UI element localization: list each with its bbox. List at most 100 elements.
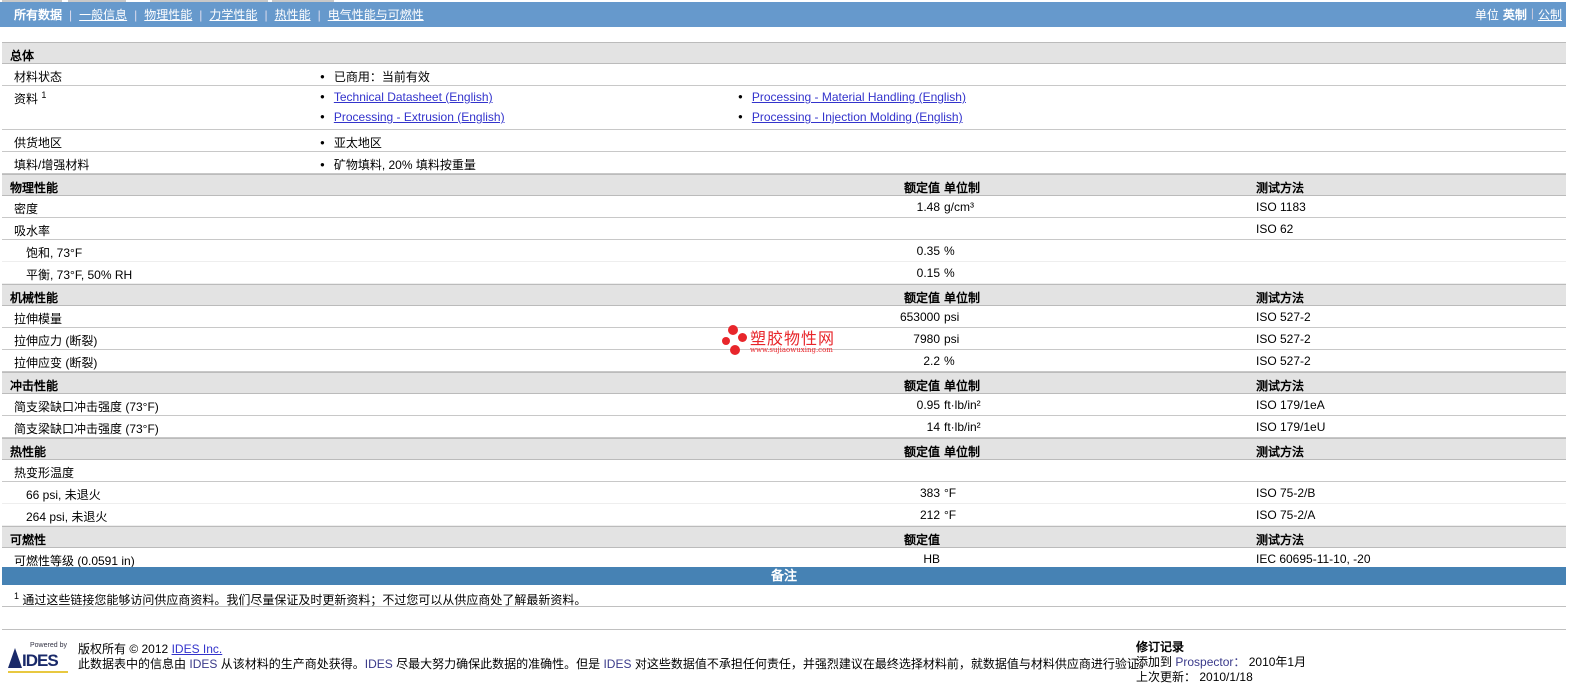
table-row: 供货地区 亚太地区 bbox=[2, 130, 1566, 152]
bullet-value: 亚太地区 bbox=[320, 134, 382, 151]
table-row: 材料状态 已商用：当前有效 bbox=[2, 64, 1566, 86]
row-label: 冲击性能 bbox=[10, 377, 58, 394]
updated-label: 上次更新： bbox=[1136, 670, 1197, 684]
value: 0.15 bbox=[916, 266, 940, 280]
row-label: 可燃性 bbox=[10, 531, 46, 548]
row-label-text: 物理性能 bbox=[10, 181, 59, 195]
document-link[interactable]: Technical Datasheet (English) bbox=[334, 90, 493, 104]
row-label: 物理性能 bbox=[10, 179, 58, 196]
value: 2.2 bbox=[923, 354, 940, 368]
value: 额定值 bbox=[903, 533, 940, 547]
tab-all-data[interactable]: 所有数据 bbox=[14, 6, 62, 23]
row-label: 264 psi, 未退火 bbox=[26, 508, 107, 525]
ides-name: IDES bbox=[603, 657, 632, 671]
link-item: Processing - Extrusion (English) bbox=[320, 110, 505, 124]
test-method: ISO 75-2/B bbox=[1256, 486, 1316, 500]
value: 383 bbox=[919, 486, 940, 500]
nav-bar: 所有数据 | 一般信息 | 物理性能 | 力学性能 | 热性能 | 电气性能与可燃性 单位… bbox=[0, 2, 1566, 27]
unit-metric-link[interactable]: 公制 bbox=[1538, 6, 1562, 23]
table-row: 吸水率 ISO 62 bbox=[2, 218, 1566, 240]
unit: 单位制 bbox=[944, 291, 981, 305]
unit: psi bbox=[944, 310, 960, 324]
value: 额定值 bbox=[903, 291, 940, 305]
footnote-marker: 1 bbox=[41, 90, 47, 100]
tab-electrical-flammability[interactable]: 电气性能与可燃性 bbox=[328, 6, 424, 23]
row-label-text: 拉伸应变 (断裂) bbox=[14, 356, 98, 370]
document-link[interactable]: Processing - Injection Molding (English) bbox=[752, 110, 963, 124]
row-label-text: 冲击性能 bbox=[10, 379, 59, 393]
footnote: 1 通过这些链接您能够访问供应商资料。我们尽量保证及时更新资料；不过您可以从供应… bbox=[2, 585, 1566, 607]
row-label: 平衡, 73°F, 50% RH bbox=[26, 266, 132, 283]
watermark-url: www.sujiaowuxing.com bbox=[750, 346, 833, 354]
blank-row bbox=[2, 607, 1566, 630]
section-header: 冲击性能 额定值 单位制 测试方法 bbox=[2, 372, 1566, 394]
document-link[interactable]: Processing - Extrusion (English) bbox=[334, 110, 505, 124]
row-label-text: 264 psi, 未退火 bbox=[26, 510, 108, 524]
footnote-marker: 1 bbox=[14, 591, 20, 601]
ides-link[interactable]: IDES Inc. bbox=[172, 642, 223, 656]
disclaimer-text: 尽最大努力确保此数据的准确性。但是 bbox=[396, 657, 601, 671]
value: 0.35 bbox=[916, 244, 940, 258]
watermark: 塑胶物性网 www.sujiaowuxing.com bbox=[722, 323, 852, 359]
disclaimer-text: 对这些数据值不承担任何责任，并强烈建议在最终选择材料前，就数据值与材料供应商进行… bbox=[634, 657, 1151, 671]
bullet-value: 矿物填料, 20% 填料按重量 bbox=[320, 156, 476, 173]
tab-mechanical[interactable]: 力学性能 bbox=[209, 6, 257, 23]
unit: psi bbox=[944, 332, 960, 346]
test-method: 测试方法 bbox=[1256, 379, 1305, 393]
test-method: ISO 527-2 bbox=[1256, 332, 1311, 346]
row-label-text: 可燃性等级 (0.0591 in) bbox=[14, 554, 135, 568]
row-label: 简支梁缺口冲击强度 (73°F) bbox=[14, 398, 159, 415]
copyright-block: 版权所有 © 2012 IDES Inc. 此数据表中的信息由 IDES 从该材… bbox=[78, 642, 1151, 672]
row-label: 66 psi, 未退火 bbox=[26, 486, 101, 503]
table-row: 填料/增强材料 矿物填料, 20% 填料按重量 bbox=[2, 152, 1566, 174]
footnote-text: 通过这些链接您能够访问供应商资料。我们尽量保证及时更新资料；不过您可以从供应商处… bbox=[22, 593, 587, 607]
unit: ft·lb/in² bbox=[944, 420, 981, 434]
row-label: 机械性能 bbox=[10, 289, 58, 306]
row-label: 密度 bbox=[14, 200, 38, 217]
test-method: 测试方法 bbox=[1256, 445, 1305, 459]
tab-general-info[interactable]: 一般信息 bbox=[79, 6, 127, 23]
row-label-text: 资料 bbox=[14, 92, 39, 106]
test-method: ISO 179/1eA bbox=[1256, 398, 1325, 412]
row-label: 吸水率 bbox=[14, 222, 50, 239]
value: 212 bbox=[919, 508, 940, 522]
test-method: ISO 179/1eU bbox=[1256, 420, 1326, 434]
section-header: 总体 bbox=[2, 42, 1566, 64]
value: HB bbox=[923, 552, 940, 566]
link-item: Processing - Injection Molding (English) bbox=[738, 110, 963, 124]
table-row: 264 psi, 未退火 212 °F ISO 75-2/A bbox=[2, 504, 1566, 526]
tab-physical[interactable]: 物理性能 bbox=[144, 6, 192, 23]
row-label-text: 简支梁缺口冲击强度 (73°F) bbox=[14, 422, 159, 436]
row-label: 填料/增强材料 bbox=[14, 156, 89, 173]
row-label: 供货地区 bbox=[14, 134, 62, 151]
unit: % bbox=[944, 244, 955, 258]
row-label: 热性能 bbox=[10, 443, 46, 460]
unit-switcher: 单位 英制 | 公制 bbox=[1474, 6, 1562, 23]
row-label-text: 填料/增强材料 bbox=[14, 158, 90, 172]
row-label-text: 拉伸应力 (断裂) bbox=[14, 334, 98, 348]
section-header: 可燃性 额定值 测试方法 bbox=[2, 526, 1566, 548]
table-row: 热变形温度 bbox=[2, 460, 1566, 482]
row-label-text: 供货地区 bbox=[14, 136, 63, 150]
test-method: 测试方法 bbox=[1256, 533, 1305, 547]
value: 0.95 bbox=[916, 398, 940, 412]
row-label-text: 热变形温度 bbox=[14, 466, 75, 480]
row-label-text: 可燃性 bbox=[10, 533, 47, 547]
unit: ft·lb/in² bbox=[944, 398, 981, 412]
test-method: ISO 62 bbox=[1256, 222, 1294, 236]
test-method: 测试方法 bbox=[1256, 291, 1305, 305]
notes-header: 备注 bbox=[2, 567, 1566, 585]
link-item: Technical Datasheet (English) bbox=[320, 90, 493, 104]
unit: % bbox=[944, 354, 955, 368]
test-method: IEC 60695-11-10, -20 bbox=[1256, 552, 1371, 566]
test-method: ISO 1183 bbox=[1256, 200, 1306, 214]
test-method: ISO 527-2 bbox=[1256, 310, 1311, 324]
unit: °F bbox=[944, 486, 957, 500]
value: 7980 bbox=[913, 332, 940, 346]
table-row: 饱和, 73°F 0.35% bbox=[2, 240, 1566, 262]
tab-thermal[interactable]: 热性能 bbox=[275, 6, 311, 23]
row-label: 饱和, 73°F bbox=[26, 244, 82, 261]
added-date: 2010年1月 bbox=[1248, 655, 1307, 669]
updated-date: 2010/1/18 bbox=[1199, 670, 1253, 684]
document-link[interactable]: Processing - Material Handling (English) bbox=[752, 90, 966, 104]
